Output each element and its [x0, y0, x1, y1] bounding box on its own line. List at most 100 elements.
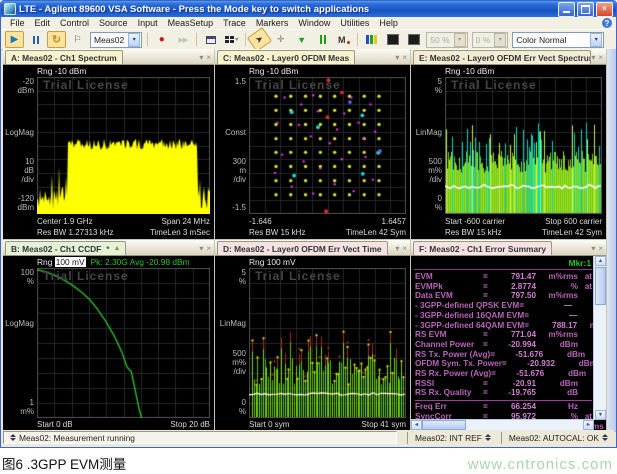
single-sweep-button[interactable]: ⚐ — [68, 31, 87, 48]
panel-menu-icon[interactable]: ▾ — [591, 53, 595, 62]
y-axis-scale-label: 300 m /div — [215, 157, 246, 184]
x-axis-right-label: Span 24 MHz — [162, 216, 210, 227]
right-gutter — [607, 49, 616, 431]
summary-row: RSSI=-20.91dBm — [415, 379, 592, 389]
y-axis-top-label: 100 % — [3, 268, 34, 286]
chevron-down-icon[interactable]: ▾ — [454, 33, 466, 47]
panel-menu-icon[interactable]: ▾ — [199, 53, 203, 62]
scroll-up-icon[interactable]: ▲ — [595, 256, 606, 266]
help-icon[interactable]: ? — [602, 18, 612, 28]
record-button[interactable]: ● — [152, 31, 171, 48]
scroll-down-icon[interactable]: ▼ — [595, 410, 606, 420]
y-axis-format-label: Const — [215, 128, 246, 137]
range-value[interactable]: 100 mV — [55, 257, 86, 267]
menu-help[interactable]: Help — [374, 18, 403, 28]
panel-menu-icon[interactable]: ▾ — [591, 244, 595, 253]
y-axis-bottom-label: 1 m% — [3, 398, 34, 416]
chevron-down-icon[interactable]: ▾ — [235, 36, 238, 43]
trial-license-watermark: Trial License — [255, 78, 341, 92]
pause-button[interactable] — [26, 31, 45, 48]
scroll-left-icon[interactable]: ◄ — [411, 420, 422, 430]
menu-edit[interactable]: Edit — [30, 18, 56, 28]
menu-utilities[interactable]: Utilities — [335, 18, 374, 28]
panel-menu-icon[interactable]: ▾ — [395, 244, 399, 253]
spinner-icon[interactable] — [10, 434, 16, 441]
caption-area: 图6 .3GPP EVM测量 www.cntronics.com — [0, 448, 617, 474]
menu-input[interactable]: Input — [133, 18, 163, 28]
range-label: Rng — [37, 257, 52, 267]
band-marker-button[interactable] — [313, 31, 332, 48]
menu-trace[interactable]: Trace — [218, 18, 251, 28]
display-dark-button[interactable] — [383, 31, 402, 48]
maximize-button[interactable] — [577, 2, 594, 17]
panel-close-icon[interactable]: × — [402, 53, 407, 62]
y-axis-top-label: -20 dBm — [3, 77, 34, 95]
tab-panel-b[interactable]: B: Meas02 - Ch1 CCDF*▲ — [5, 241, 126, 255]
chevron-down-icon[interactable]: ▾ — [590, 33, 602, 47]
layout-single-button[interactable] — [201, 31, 220, 48]
summary-divider — [414, 269, 592, 270]
peak-marker-button[interactable]: ▼ — [292, 31, 311, 48]
panel-close-icon[interactable]: × — [402, 244, 407, 253]
panel-c-constellation: C: Meas02 - Layer0 OFDM Meas ▾× Rng -10 … — [215, 49, 410, 239]
timelen-label: TimeLen 42 Sym — [542, 227, 602, 238]
scrollbar-thumb[interactable] — [595, 267, 606, 305]
summary-row: - 3GPP-defined 16QAM EVM=— — [415, 311, 592, 321]
scrollbar-thumb[interactable] — [422, 420, 466, 430]
single-layout-icon — [206, 36, 216, 44]
x-axis-right-label: Stop 600 carrier — [545, 216, 602, 227]
zoom-percent-select[interactable]: 50 %▾ — [426, 32, 467, 48]
marker-m-button[interactable]: M — [334, 31, 353, 48]
menu-markers[interactable]: Markers — [251, 18, 294, 28]
tab-panel-e[interactable]: E: Meas02 - Layer0 OFDM Err Vect Spectru… — [413, 50, 591, 64]
pause-icon — [33, 36, 39, 44]
menu-meassetup[interactable]: MeasSetup — [163, 18, 219, 28]
vertical-scrollbar[interactable]: ▲ ▼ — [593, 256, 606, 420]
x-axis-right-label: 1.6457 — [382, 216, 406, 227]
summary-row: - 3GPP-defined QPSK EVM=— — [415, 301, 592, 311]
panel-menu-icon[interactable]: ▾ — [395, 53, 399, 62]
spectrum-chart-canvas — [37, 77, 210, 214]
scroll-right-icon[interactable]: ► — [583, 420, 594, 430]
playback-button[interactable]: ▶▶ — [173, 31, 192, 48]
tab-panel-d[interactable]: D: Meas02 - Layer0 OFDM Err Vect Time — [217, 241, 388, 255]
y-axis-bottom-label: -1.5 — [215, 203, 246, 212]
tab-panel-f[interactable]: F: Meas02 - Ch1 Error Summary — [413, 241, 552, 255]
menu-control[interactable]: Control — [55, 18, 94, 28]
trace-colors-button[interactable] — [362, 31, 381, 48]
restart-button[interactable]: ↻ — [47, 31, 66, 48]
measurement-select[interactable]: Meas02▾ — [90, 32, 142, 48]
minimize-button[interactable] — [558, 2, 575, 17]
resbw-label: Res BW 15 kHz — [249, 227, 305, 238]
y-axis-scale-label: 10 dB /div — [3, 157, 34, 184]
summary-row: OFDM Sym. Tx. Power=-20.932dBm — [415, 359, 592, 369]
panel-grid: A: Meas02 - Ch1 Spectrum ▾× Rng -10 dBm … — [3, 49, 616, 432]
menu-file[interactable]: File — [5, 18, 30, 28]
display-dark2-button[interactable] — [404, 31, 423, 48]
menu-window[interactable]: Window — [293, 18, 335, 28]
panel-close-icon[interactable]: × — [598, 53, 603, 62]
color-mode-select[interactable]: Color Normal▾ — [512, 32, 604, 48]
status-bar: Meas02: Measurement running Meas02: INT … — [3, 430, 614, 445]
tab-panel-a[interactable]: A: Meas02 - Ch1 Spectrum — [5, 50, 123, 64]
chevron-down-icon[interactable]: ▾ — [128, 33, 140, 47]
panel-close-icon[interactable]: × — [206, 244, 211, 253]
tab-panel-c[interactable]: C: Meas02 - Layer0 OFDM Meas — [217, 50, 355, 64]
panel-menu-icon[interactable]: ▾ — [199, 244, 203, 253]
close-button[interactable]: × — [596, 2, 613, 17]
panel-close-icon[interactable]: × — [598, 244, 603, 253]
marker-move-button[interactable]: ✛ — [271, 31, 290, 48]
app-icon — [4, 3, 16, 15]
spinner-icon[interactable] — [602, 434, 608, 441]
spinner-icon[interactable] — [485, 434, 491, 441]
panel-close-icon[interactable]: × — [206, 53, 211, 62]
menu-source[interactable]: Source — [94, 18, 133, 28]
reference-status-text: Meas02: INT REF — [415, 433, 482, 443]
trigger-percent-select[interactable]: 0 %▾ — [472, 32, 509, 48]
panel-d-errvect-time: D: Meas02 - Layer0 OFDM Err Vect Time ▾×… — [215, 240, 410, 431]
y-axis-scale-label: 500 m% /div — [215, 349, 246, 376]
play-button[interactable]: ▶ — [5, 31, 24, 48]
layout-grid-button[interactable]: ▾ — [222, 31, 241, 48]
errvect-spectrum-chart-canvas — [445, 77, 602, 214]
chevron-down-icon[interactable]: ▾ — [494, 33, 506, 47]
